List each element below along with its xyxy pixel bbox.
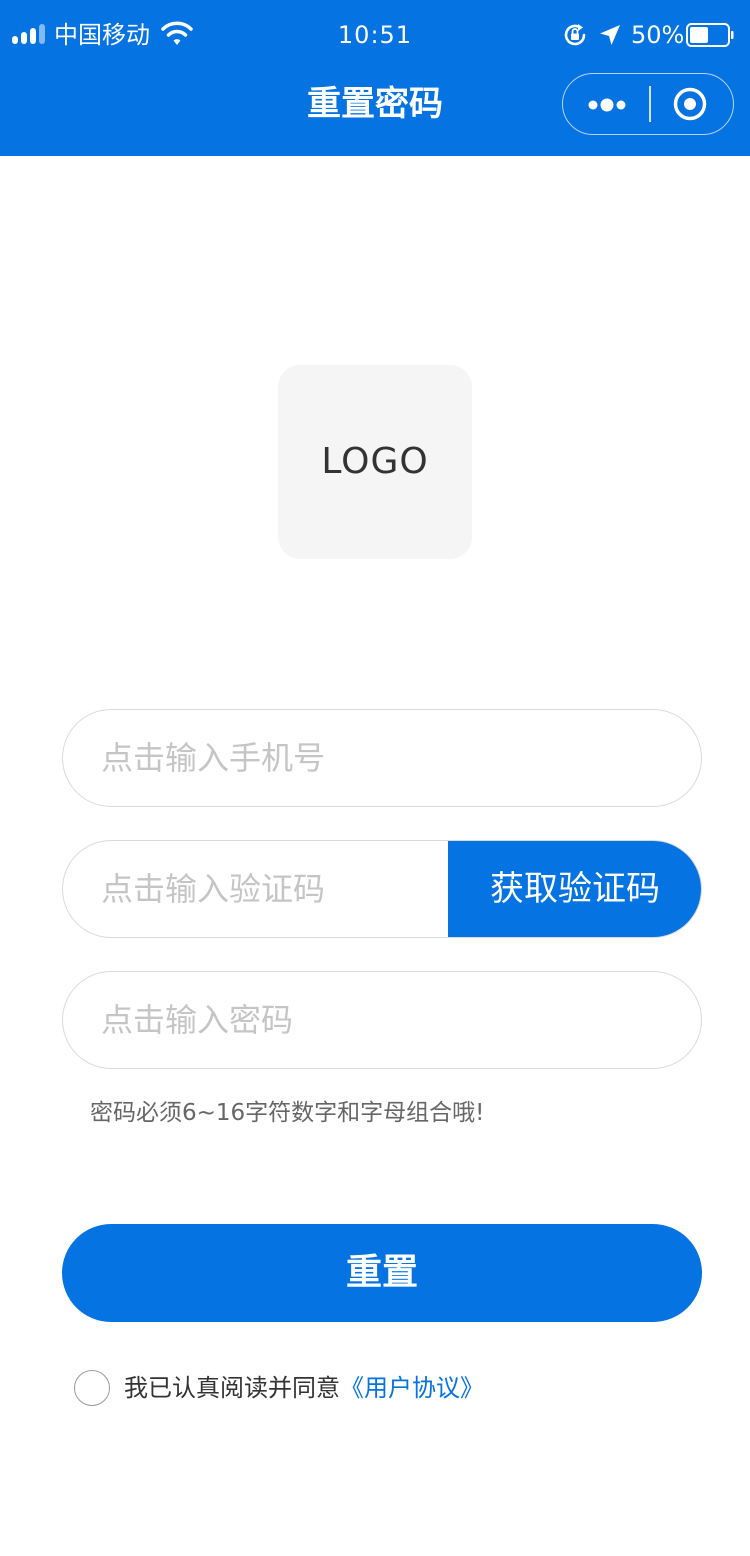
capsule-divider	[649, 86, 651, 122]
battery-icon	[686, 23, 734, 47]
agreement-checkbox[interactable]	[74, 1370, 110, 1406]
agreement-text: 我已认真阅读并同意	[124, 1374, 340, 1402]
rotation-lock-icon	[564, 24, 586, 46]
verification-code-input[interactable]	[101, 841, 441, 937]
battery-percent: 50%	[631, 21, 685, 49]
user-agreement-link[interactable]: 《用户协议》	[340, 1374, 484, 1402]
password-input[interactable]	[101, 972, 661, 1068]
phone-input-row	[62, 709, 702, 807]
close-circle-icon[interactable]	[673, 87, 707, 121]
app-header: 中国移动 10:51 50% 重置密码	[0, 0, 750, 156]
password-hint: 密码必须6~16字符数字和字母组合哦!	[90, 1100, 485, 1126]
mini-program-capsule	[562, 73, 734, 135]
more-dots-icon[interactable]	[585, 90, 633, 120]
app-logo: LOGO	[278, 365, 472, 559]
agreement-text-wrap: 我已认真阅读并同意《用户协议》	[124, 1370, 484, 1406]
password-input-row	[62, 971, 702, 1069]
code-input-row: 获取验证码	[62, 840, 702, 938]
get-code-button[interactable]: 获取验证码	[448, 841, 701, 937]
phone-input[interactable]	[101, 710, 661, 806]
reset-button[interactable]: 重置	[62, 1224, 702, 1322]
status-bar: 中国移动 10:51 50%	[0, 0, 750, 70]
location-arrow-icon	[600, 25, 620, 45]
